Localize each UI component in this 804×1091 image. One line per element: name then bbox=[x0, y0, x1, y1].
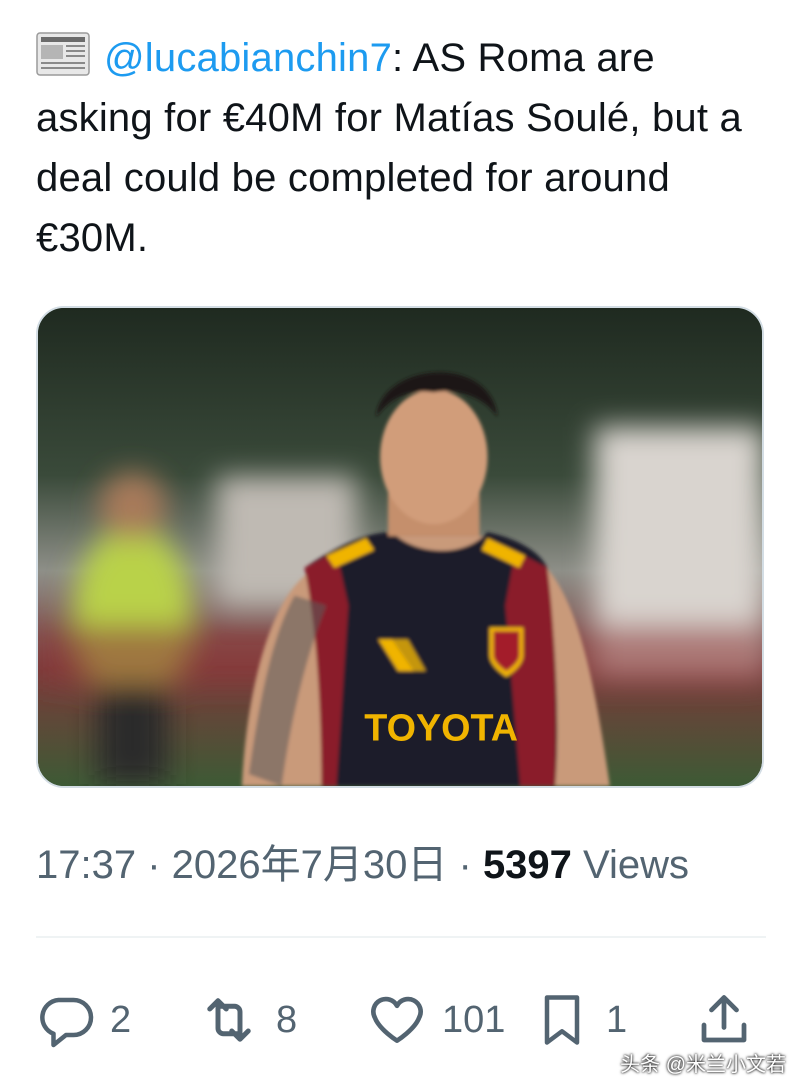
heart-icon bbox=[366, 989, 428, 1051]
mention-link[interactable]: @lucabianchin7 bbox=[104, 36, 392, 80]
tweet-date[interactable]: 2026年7月30日 bbox=[172, 843, 448, 887]
tweet-text: @lucabianchin7: AS Roma are asking for €… bbox=[36, 28, 776, 268]
tweet-meta: 17:37 · 2026年7月30日 · 5397 Views bbox=[36, 832, 689, 890]
bookmark-button[interactable]: 1 bbox=[532, 980, 627, 1060]
meta-separator: · bbox=[447, 843, 483, 887]
watermark: 头条 @米兰小文若 bbox=[620, 1054, 786, 1076]
retweet-button[interactable]: 8 bbox=[196, 980, 297, 1060]
newspaper-emoji-icon bbox=[36, 31, 90, 77]
like-count: 101 bbox=[442, 998, 506, 1041]
bookmark-icon bbox=[532, 987, 592, 1053]
divider bbox=[36, 936, 766, 938]
player-photo: TOYOTA bbox=[38, 308, 762, 786]
like-button[interactable]: 101 bbox=[366, 980, 505, 1060]
meta-separator: · bbox=[136, 843, 172, 887]
views-label: Views bbox=[571, 843, 690, 887]
reply-button[interactable]: 2 bbox=[36, 980, 131, 1060]
tweet-photo[interactable]: TOYOTA bbox=[36, 306, 764, 788]
tweet-time[interactable]: 17:37 bbox=[36, 843, 136, 887]
retweet-icon bbox=[196, 987, 262, 1053]
bookmark-count: 1 bbox=[606, 998, 628, 1041]
share-icon bbox=[694, 990, 754, 1050]
reply-icon bbox=[36, 990, 96, 1050]
retweet-count: 8 bbox=[276, 998, 298, 1041]
reply-count: 2 bbox=[110, 998, 132, 1041]
jersey-sponsor-text: TOYOTA bbox=[364, 706, 518, 748]
views-count: 5397 bbox=[482, 843, 572, 887]
